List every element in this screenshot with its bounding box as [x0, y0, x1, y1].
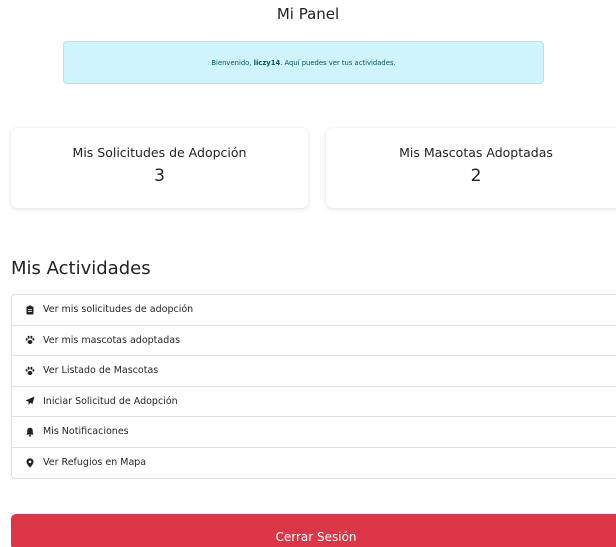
paper-plane-icon [25, 396, 35, 406]
adopted-pets-card: Mis Mascotas Adoptadas 2 [326, 128, 616, 208]
activity-view-adopted-pets[interactable]: Ver mis mascotas adoptadas [12, 326, 616, 356]
map-marker-icon [26, 458, 34, 468]
activity-notifications[interactable]: Mis Notificaciones [12, 417, 616, 448]
paw-icon [25, 336, 35, 345]
clipboard-icon [26, 305, 34, 315]
adopted-pets-count: 2 [470, 166, 482, 186]
activity-label: Ver Listado de Mascotas [43, 365, 159, 377]
activity-label: Ver Refugios en Mapa [43, 457, 147, 469]
adoption-requests-count: 3 [154, 166, 165, 186]
activity-label: Iniciar Solicitud de Adopción [43, 395, 178, 407]
activity-view-pet-list[interactable]: Ver Listado de Mascotas [12, 356, 616, 387]
page-title: Mi Panel [276, 5, 340, 23]
activity-start-adoption-request[interactable]: Iniciar Solicitud de Adopción [12, 387, 616, 417]
welcome-suffix: . Aquí puedes ver tus actividades. [280, 58, 396, 67]
activity-view-requests[interactable]: Ver mis solicitudes de adopción [12, 295, 616, 326]
logout-button[interactable]: Cerrar Sesión [11, 514, 616, 547]
activities-list: Ver mis solicitudes de adopción Ver mis … [11, 294, 616, 479]
welcome-prefix: Bienvenido, [211, 58, 252, 67]
bell-icon [26, 427, 34, 437]
adoption-requests-card: Mis Solicitudes de Adopción 3 [11, 128, 308, 208]
activity-label: Ver mis solicitudes de adopción [43, 304, 194, 316]
adopted-pets-label: Mis Mascotas Adoptadas [399, 145, 553, 160]
adoption-requests-label: Mis Solicitudes de Adopción [72, 145, 247, 160]
paw-icon [25, 366, 35, 375]
activity-label: Mis Notificaciones [43, 426, 129, 438]
welcome-alert: Bienvenido, liczy14. Aquí puedes ver tus… [63, 41, 544, 84]
welcome-username: liczy14 [253, 58, 281, 67]
activities-title: Mis Actividades [11, 258, 151, 279]
activity-shelters-map[interactable]: Ver Refugios en Mapa [12, 448, 616, 479]
activity-label: Ver mis mascotas adoptadas [43, 334, 181, 346]
